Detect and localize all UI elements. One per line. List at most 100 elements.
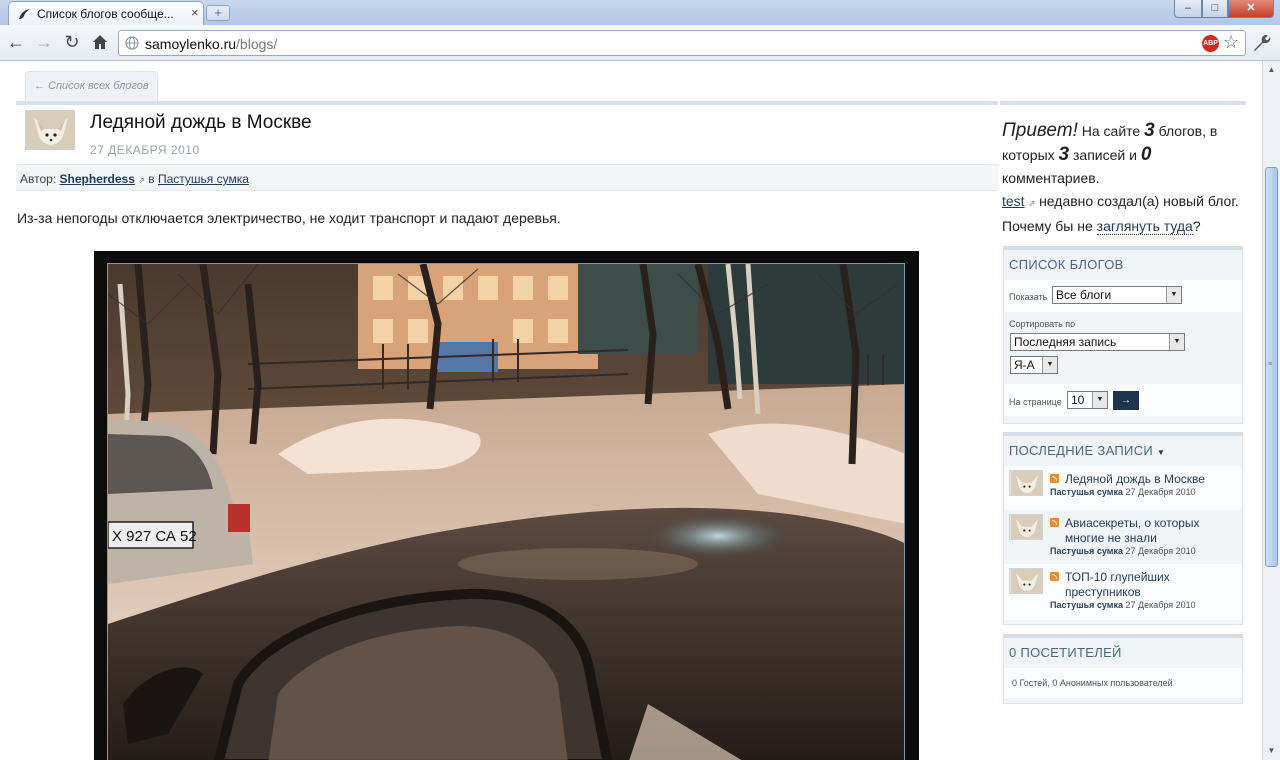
- post-avatar[interactable]: [25, 110, 75, 150]
- per-page-label: На странице: [1009, 397, 1062, 407]
- url-path: /blogs/: [236, 36, 278, 52]
- recent-post-title[interactable]: Ледяной дождь в Москве: [1065, 472, 1235, 487]
- fennec-thumb-image: [1010, 515, 1042, 539]
- recent-posts-title[interactable]: ПОСЛЕДНИЕ ЗАПИСИ ▼: [1004, 436, 1242, 466]
- forward-arrow-icon[interactable]: →: [33, 31, 55, 53]
- home-icon[interactable]: [89, 31, 111, 53]
- greeting-text-4: комментариев.: [1002, 170, 1100, 186]
- recent-post-item[interactable]: Ледяной дождь в Москве Пастушья сумка 27…: [1004, 466, 1242, 510]
- author-link[interactable]: Shepherdess: [60, 172, 135, 186]
- chevron-down-icon: ▼: [1169, 334, 1184, 350]
- sort-label: Сортировать по: [1009, 319, 1076, 329]
- post-body-text: Из-за непогоды отключается электричество…: [17, 210, 561, 226]
- tab-title: Список блогов сообще...: [37, 7, 174, 21]
- rss-icon[interactable]: [1050, 474, 1059, 483]
- per-page-row: На странице 10 ▼ →: [1004, 384, 1242, 416]
- author-label: Автор:: [20, 172, 57, 186]
- post-photo[interactable]: Х 927 СА 52: [107, 263, 905, 760]
- chevron-down-icon: ▼: [1042, 357, 1057, 373]
- browser-toolbar: ← → ↻ samoylenko.ru/blogs/ ABP ☆: [0, 25, 1280, 61]
- maximize-button[interactable]: □: [1202, 0, 1228, 18]
- tab-close-icon[interactable]: ×: [191, 6, 199, 20]
- sort-select-value: Последняя запись: [1014, 335, 1117, 349]
- rss-icon[interactable]: [1050, 518, 1059, 527]
- license-plate-text: Х 927 СА 52: [112, 528, 197, 545]
- posts-count: 3: [1058, 144, 1070, 165]
- recent-post-meta: Пастушья сумка 27 Декабря 2010: [1050, 546, 1196, 556]
- rss-icon[interactable]: [1050, 572, 1059, 581]
- show-label: Показать: [1009, 292, 1048, 302]
- recent-posts-list: Ледяной дождь в Москве Пастушья сумка 27…: [1004, 466, 1242, 622]
- minimize-button[interactable]: –: [1174, 0, 1202, 18]
- vertical-scrollbar[interactable]: ▲ ≡ ▼: [1262, 61, 1280, 760]
- tab-bar: Список блогов сообще... × + – □ ✕: [0, 0, 1280, 25]
- scroll-up-arrow-icon[interactable]: ▲: [1264, 62, 1279, 78]
- visitors-title: 0 ПОСЕТИТЕЛЕЙ: [1009, 645, 1122, 660]
- scroll-down-arrow-icon[interactable]: ▼: [1264, 743, 1279, 759]
- sidebar-divider: [1000, 101, 1246, 105]
- order-select[interactable]: Я-А ▼: [1010, 356, 1058, 374]
- ice-rain-photo: Х 927 СА 52: [108, 264, 904, 760]
- address-bar[interactable]: samoylenko.ru/blogs/ ABP ☆: [118, 30, 1246, 56]
- reload-icon[interactable]: ↻: [61, 31, 83, 53]
- post-meta: Автор: Shepherdess ⇗ в Пастушья сумка: [20, 172, 249, 186]
- all-blogs-link[interactable]: ← Список всех блогов: [25, 71, 158, 102]
- external-link-icon[interactable]: ⇗: [1028, 199, 1035, 208]
- recent-post-title[interactable]: ТОП-10 глупейших преступников: [1065, 570, 1235, 600]
- browser-tab[interactable]: Список блогов сообще... ×: [8, 1, 204, 25]
- visitors-row: 0 Гостей, 0 Анонимных пользователей: [1004, 668, 1242, 698]
- recent-post-date: 27 Декабря 2010: [1125, 600, 1196, 610]
- recent-post-item[interactable]: Авиасекреты, о которых многие не знали П…: [1004, 510, 1242, 564]
- recent-post-blog[interactable]: Пастушья сумка: [1050, 600, 1123, 610]
- look-there-link[interactable]: заглянуть туда: [1096, 218, 1193, 235]
- close-window-button[interactable]: ✕: [1228, 0, 1274, 18]
- blogs-count: 3: [1144, 120, 1155, 141]
- adblock-icon[interactable]: ABP: [1202, 35, 1219, 52]
- recent-post-meta: Пастушья сумка 27 Декабря 2010: [1050, 487, 1196, 497]
- grip-icon: ≡: [1268, 361, 1273, 368]
- blog-link[interactable]: Пастушья сумка: [158, 172, 249, 186]
- go-button[interactable]: →: [1113, 391, 1139, 410]
- visitors-box: 0 ПОСЕТИТЕЛЕЙ 0 Гостей, 0 Анонимных поль…: [1003, 634, 1243, 704]
- recent-post-blog[interactable]: Пастушья сумка: [1050, 546, 1123, 556]
- recent-post-blog[interactable]: Пастушья сумка: [1050, 487, 1123, 497]
- visitors-text: 0 Гостей, 0 Анонимных пользователей: [1012, 678, 1173, 688]
- url-text: samoylenko.ru/blogs/: [145, 36, 277, 52]
- bookmark-star-icon[interactable]: ☆: [1223, 32, 1239, 53]
- greeting-hello: Привет!: [1002, 120, 1078, 141]
- wrench-icon[interactable]: [1250, 32, 1272, 54]
- sort-select[interactable]: Последняя запись ▼: [1010, 333, 1185, 351]
- per-page-value: 10: [1071, 393, 1085, 407]
- blog-list-title: СПИСОК БЛОГОВ: [1009, 257, 1124, 272]
- show-row: Показать Все блоги ▼: [1004, 280, 1242, 312]
- recent-post-item[interactable]: ТОП-10 глупейших преступников Пастушья с…: [1004, 564, 1242, 620]
- post-meta-bar: Автор: Shepherdess ⇗ в Пастушья сумка: [16, 164, 998, 191]
- site-favicon-icon: [19, 9, 30, 19]
- sort-row: Сортировать по Последняя запись ▼ Я-А ▼: [1004, 312, 1242, 384]
- fennec-avatar-image: [26, 111, 74, 149]
- recent-posts-title-text: ПОСЛЕДНИЕ ЗАПИСИ: [1009, 443, 1154, 458]
- show-select[interactable]: Все блоги ▼: [1052, 286, 1182, 304]
- recent-post-title[interactable]: Авиасекреты, о которых многие не знали: [1065, 516, 1235, 546]
- recent-post-thumb[interactable]: [1009, 470, 1043, 496]
- comments-count: 0: [1140, 144, 1152, 165]
- caret-down-icon[interactable]: ▼: [1157, 448, 1165, 457]
- post-title[interactable]: Ледяной дождь в Москве: [90, 112, 312, 134]
- per-page-select[interactable]: 10 ▼: [1067, 391, 1108, 409]
- page-viewport: ← Список всех блогов Ледяной дождь в Мос…: [0, 61, 1262, 760]
- scrollbar-thumb[interactable]: ≡: [1265, 167, 1278, 567]
- recent-post-thumb[interactable]: [1009, 568, 1043, 594]
- external-link-icon[interactable]: ⇗: [138, 176, 145, 185]
- greeting-text-3: записей и: [1073, 147, 1137, 163]
- new-user-link[interactable]: test: [1002, 193, 1025, 209]
- globe-icon: [125, 36, 139, 50]
- recent-post-thumb[interactable]: [1009, 514, 1043, 540]
- order-select-value: Я-А: [1014, 358, 1035, 372]
- recent-post-date: 27 Декабря 2010: [1125, 546, 1196, 556]
- back-arrow-icon[interactable]: ←: [5, 31, 27, 53]
- greeting-text-6: ?: [1192, 218, 1201, 234]
- fennec-thumb-image: [1010, 569, 1042, 593]
- recent-post-meta: Пастушья сумка 27 Декабря 2010: [1050, 600, 1196, 610]
- new-tab-button[interactable]: +: [206, 5, 230, 21]
- url-host: samoylenko.ru: [145, 36, 237, 52]
